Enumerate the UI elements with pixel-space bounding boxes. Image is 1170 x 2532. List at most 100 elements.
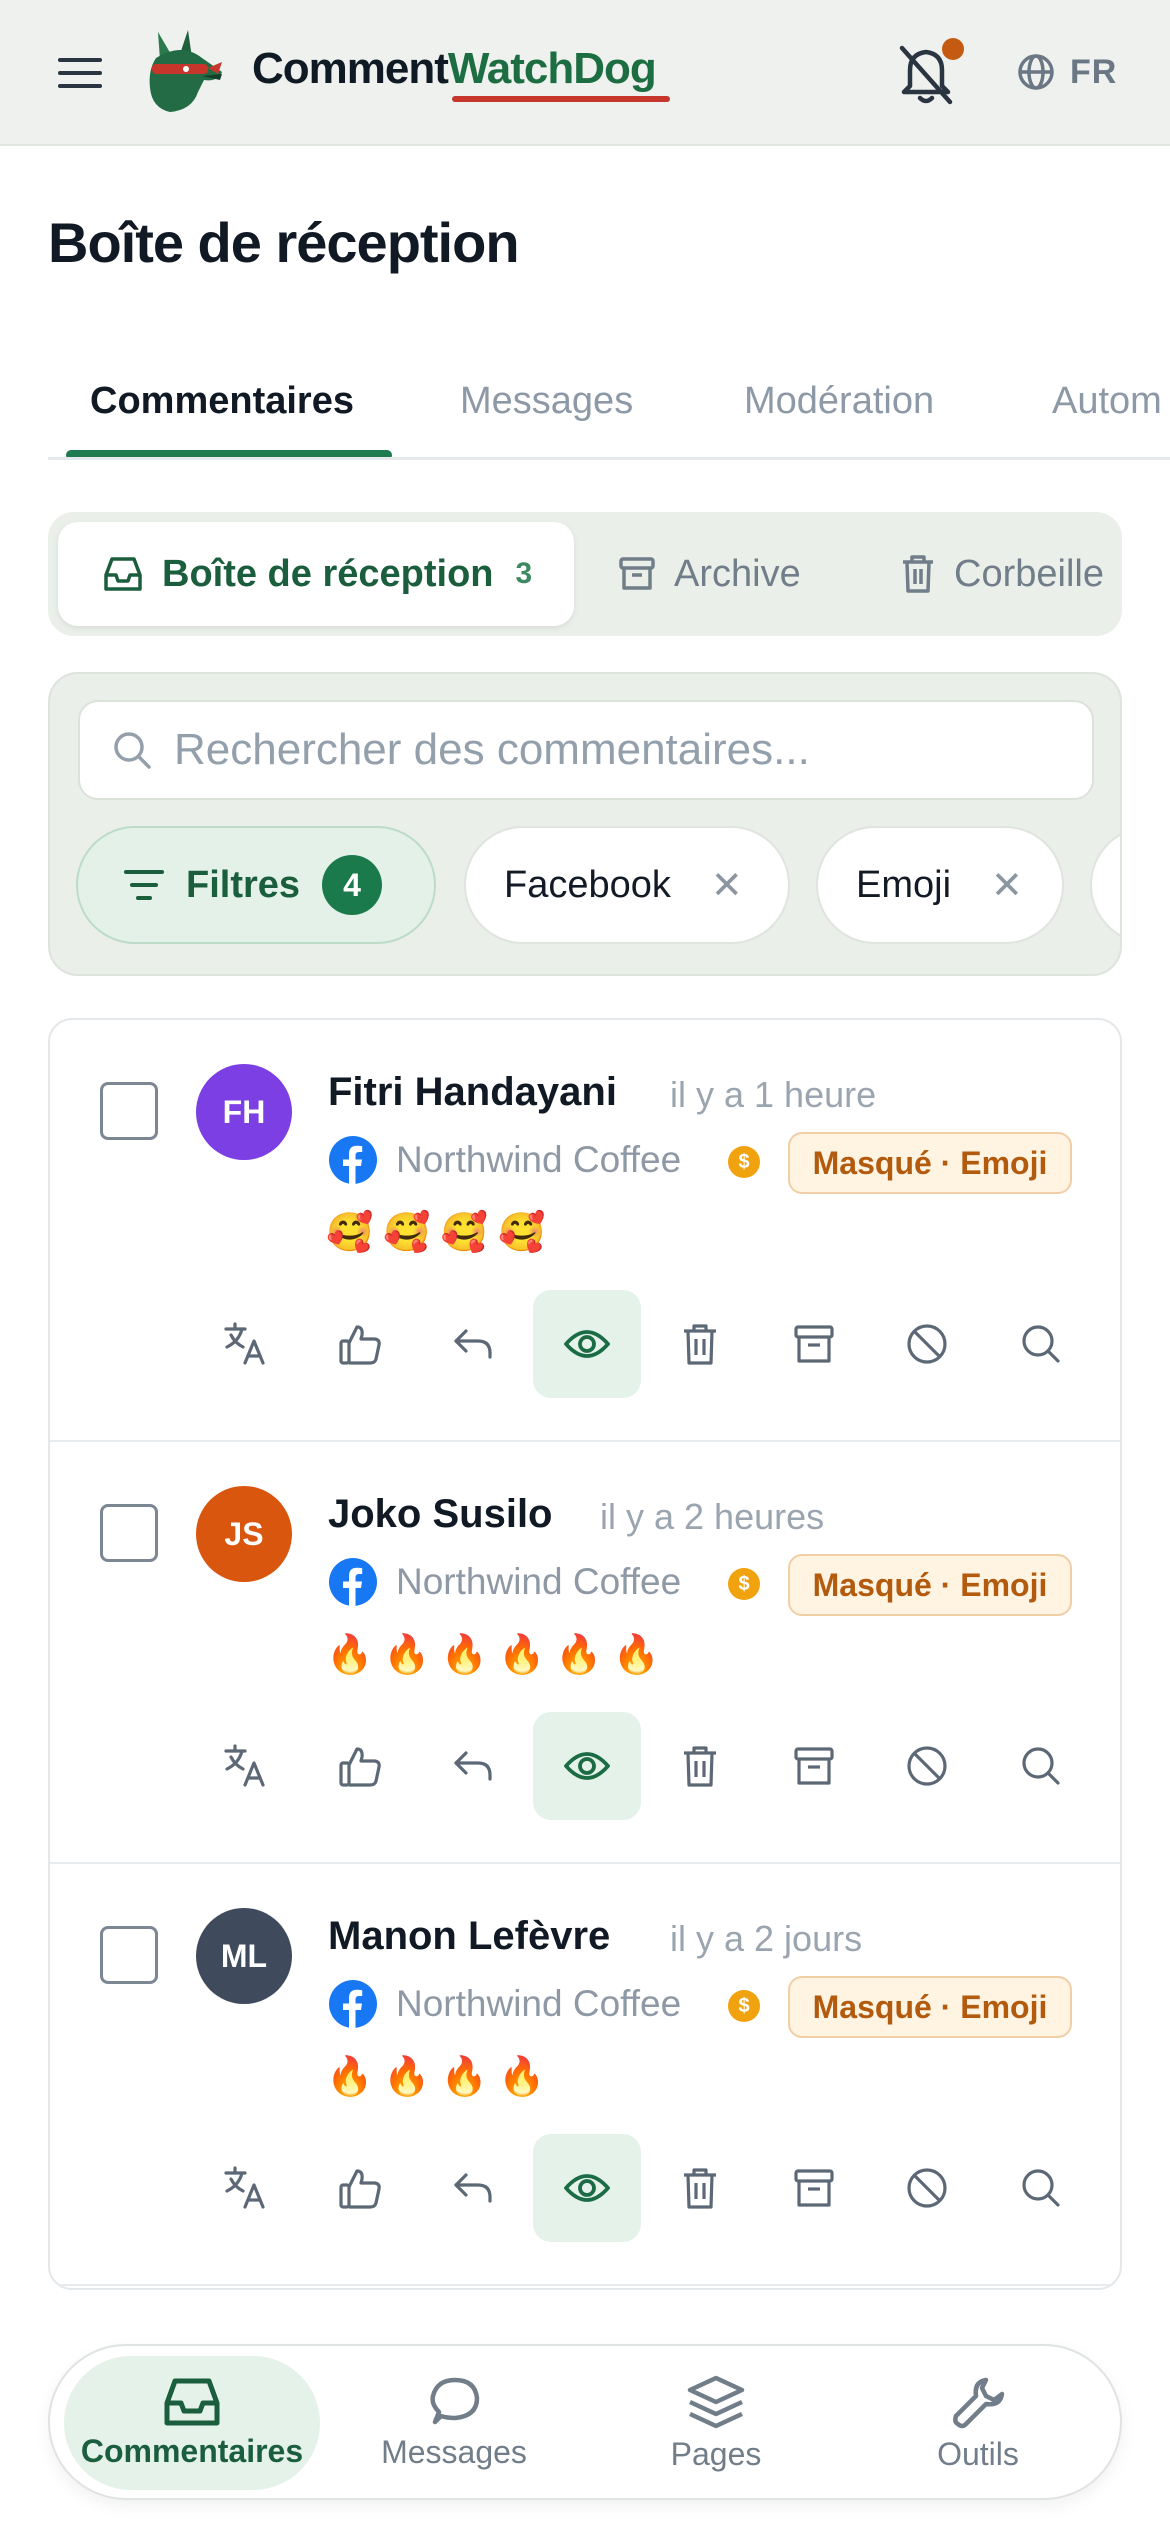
comment-body: 🥰🥰🥰🥰 (326, 1210, 556, 1254)
search-icon (1020, 2167, 1062, 2209)
comment-author: Fitri Handayani (328, 1070, 617, 1114)
search-input[interactable]: Rechercher des commentaires... (78, 700, 1094, 800)
remove-chip-icon[interactable]: ✕ (991, 863, 1023, 908)
delete-button[interactable] (646, 1290, 754, 1398)
nav-pages[interactable]: Pages (588, 2356, 844, 2490)
facebook-icon (329, 1136, 377, 1184)
trash-icon (680, 1322, 720, 1366)
block-user-button[interactable] (873, 1712, 981, 1820)
page-name: Northwind Coffee (396, 1561, 682, 1602)
comment-actions (192, 2134, 1092, 2242)
translate-button[interactable] (192, 2134, 300, 2242)
delete-button[interactable] (646, 2134, 754, 2242)
hamburger-menu-icon[interactable] (52, 50, 108, 96)
translate-button[interactable] (192, 1290, 300, 1398)
comment-time: il y a 1 heure (670, 1074, 877, 1115)
segment-archive[interactable]: Archive (618, 522, 801, 626)
comment-item[interactable]: FH Fitri Handayani il y a 1 heure Northw… (50, 1020, 1120, 1442)
trash-icon (680, 2166, 720, 2210)
archive-button[interactable] (760, 2134, 868, 2242)
globe-icon (1018, 54, 1054, 90)
active-tab-indicator (66, 450, 392, 457)
segment-inbox[interactable]: Boîte de réception 3 (58, 522, 574, 626)
segment-trash[interactable]: Corbeille (900, 522, 1104, 626)
comment-item[interactable]: ML Manon Lefèvre il y a 2 jours Northwin… (50, 1864, 1120, 2286)
nav-messages[interactable]: Messages (326, 2356, 582, 2490)
remove-chip-icon[interactable]: ✕ (711, 863, 743, 908)
like-button[interactable] (306, 2134, 414, 2242)
comment-source: Northwind Coffee (328, 1976, 681, 2032)
nav-label: Commentaires (80, 2432, 304, 2469)
brand-underline (452, 96, 670, 102)
filter-chip-partial[interactable]: Ma (1090, 826, 1120, 944)
hide-toggle-button[interactable] (532, 2134, 641, 2242)
filters-label: Filtres (186, 863, 301, 906)
archive-button[interactable] (760, 1712, 868, 1820)
tab-commentaires[interactable]: Commentaires (90, 380, 354, 423)
inbox-icon (104, 557, 142, 591)
select-checkbox[interactable] (100, 1082, 158, 1140)
segment-inbox-count: 3 (515, 557, 533, 590)
language-code: FR (1070, 52, 1118, 91)
translate-icon (223, 1321, 269, 1367)
nav-outils[interactable]: Outils (850, 2356, 1106, 2490)
archive-button[interactable] (760, 1290, 868, 1398)
comment-list: FH Fitri Handayani il y a 1 heure Northw… (48, 1018, 1122, 2290)
segment-inbox-label: Boîte de réception (162, 552, 494, 595)
tab-moderation[interactable]: Modération (744, 380, 934, 423)
translate-icon (223, 1743, 269, 1789)
archive-icon (793, 2168, 835, 2208)
select-checkbox[interactable] (100, 1504, 158, 1562)
like-button[interactable] (306, 1290, 414, 1398)
inspect-button[interactable] (987, 1712, 1095, 1820)
like-icon (337, 1743, 383, 1789)
comment-item[interactable]: JS Joko Susilo il y a 2 heures Northwind… (50, 1442, 1120, 1864)
block-user-button[interactable] (873, 1290, 981, 1398)
comment-source: Northwind Coffee (328, 1132, 681, 1188)
inspect-button[interactable] (987, 1290, 1095, 1398)
hide-toggle-button[interactable] (532, 1712, 641, 1820)
like-button[interactable] (306, 1712, 414, 1820)
chat-bubble-icon (430, 2377, 480, 2424)
eye-icon (563, 2168, 611, 2208)
reply-icon (450, 1743, 496, 1789)
status-badge: Masqué · Emoji (788, 1132, 1072, 1194)
tab-messages[interactable]: Messages (460, 380, 633, 423)
reply-icon (450, 1321, 496, 1367)
filters-button[interactable]: Filtres 4 (76, 826, 436, 944)
block-user-button[interactable] (873, 2134, 981, 2242)
reply-button[interactable] (419, 1290, 527, 1398)
avatar: ML (196, 1908, 292, 2004)
brand-part-1: Comment (252, 44, 449, 93)
layers-icon (687, 2375, 745, 2428)
comment-actions (192, 1290, 1092, 1398)
delete-button[interactable] (646, 1712, 754, 1820)
select-checkbox[interactable] (100, 1926, 158, 1984)
notification-dot (942, 38, 964, 60)
reply-button[interactable] (419, 1712, 527, 1820)
coin-icon: $ (728, 1568, 760, 1600)
notifications-button[interactable] (892, 36, 964, 108)
search-icon (114, 732, 151, 769)
language-selector[interactable]: FR (1016, 50, 1117, 94)
status-badge: Masqué · Emoji (788, 1976, 1072, 2038)
coin-icon: $ (728, 1146, 760, 1178)
eye-icon (563, 1324, 611, 1364)
nav-commentaires[interactable]: Commentaires (64, 2356, 320, 2490)
reply-button[interactable] (419, 2134, 527, 2242)
block-icon (905, 1744, 949, 1788)
main-tabs: Commentaires Messages Modération Autom (48, 360, 1170, 460)
translate-button[interactable] (192, 1712, 300, 1820)
comment-body: 🔥🔥🔥🔥 (326, 2054, 556, 2098)
comment-source: Northwind Coffee (328, 1554, 681, 1610)
hide-toggle-button[interactable] (532, 1290, 641, 1398)
filter-chip-emoji[interactable]: Emoji ✕ (816, 826, 1064, 944)
comment-time: il y a 2 heures (600, 1496, 825, 1537)
page-name: Northwind Coffee (396, 1139, 682, 1180)
folder-segmented-control: Boîte de réception 3 Archive Corbeille (48, 512, 1122, 636)
inspect-button[interactable] (987, 2134, 1095, 2242)
like-icon (337, 2165, 383, 2211)
filter-chip-facebook[interactable]: Facebook ✕ (464, 826, 790, 944)
tab-automation[interactable]: Autom (1052, 380, 1162, 423)
app-screen: CommentWatchDog FR Boîte de réception Co… (0, 0, 1170, 2532)
